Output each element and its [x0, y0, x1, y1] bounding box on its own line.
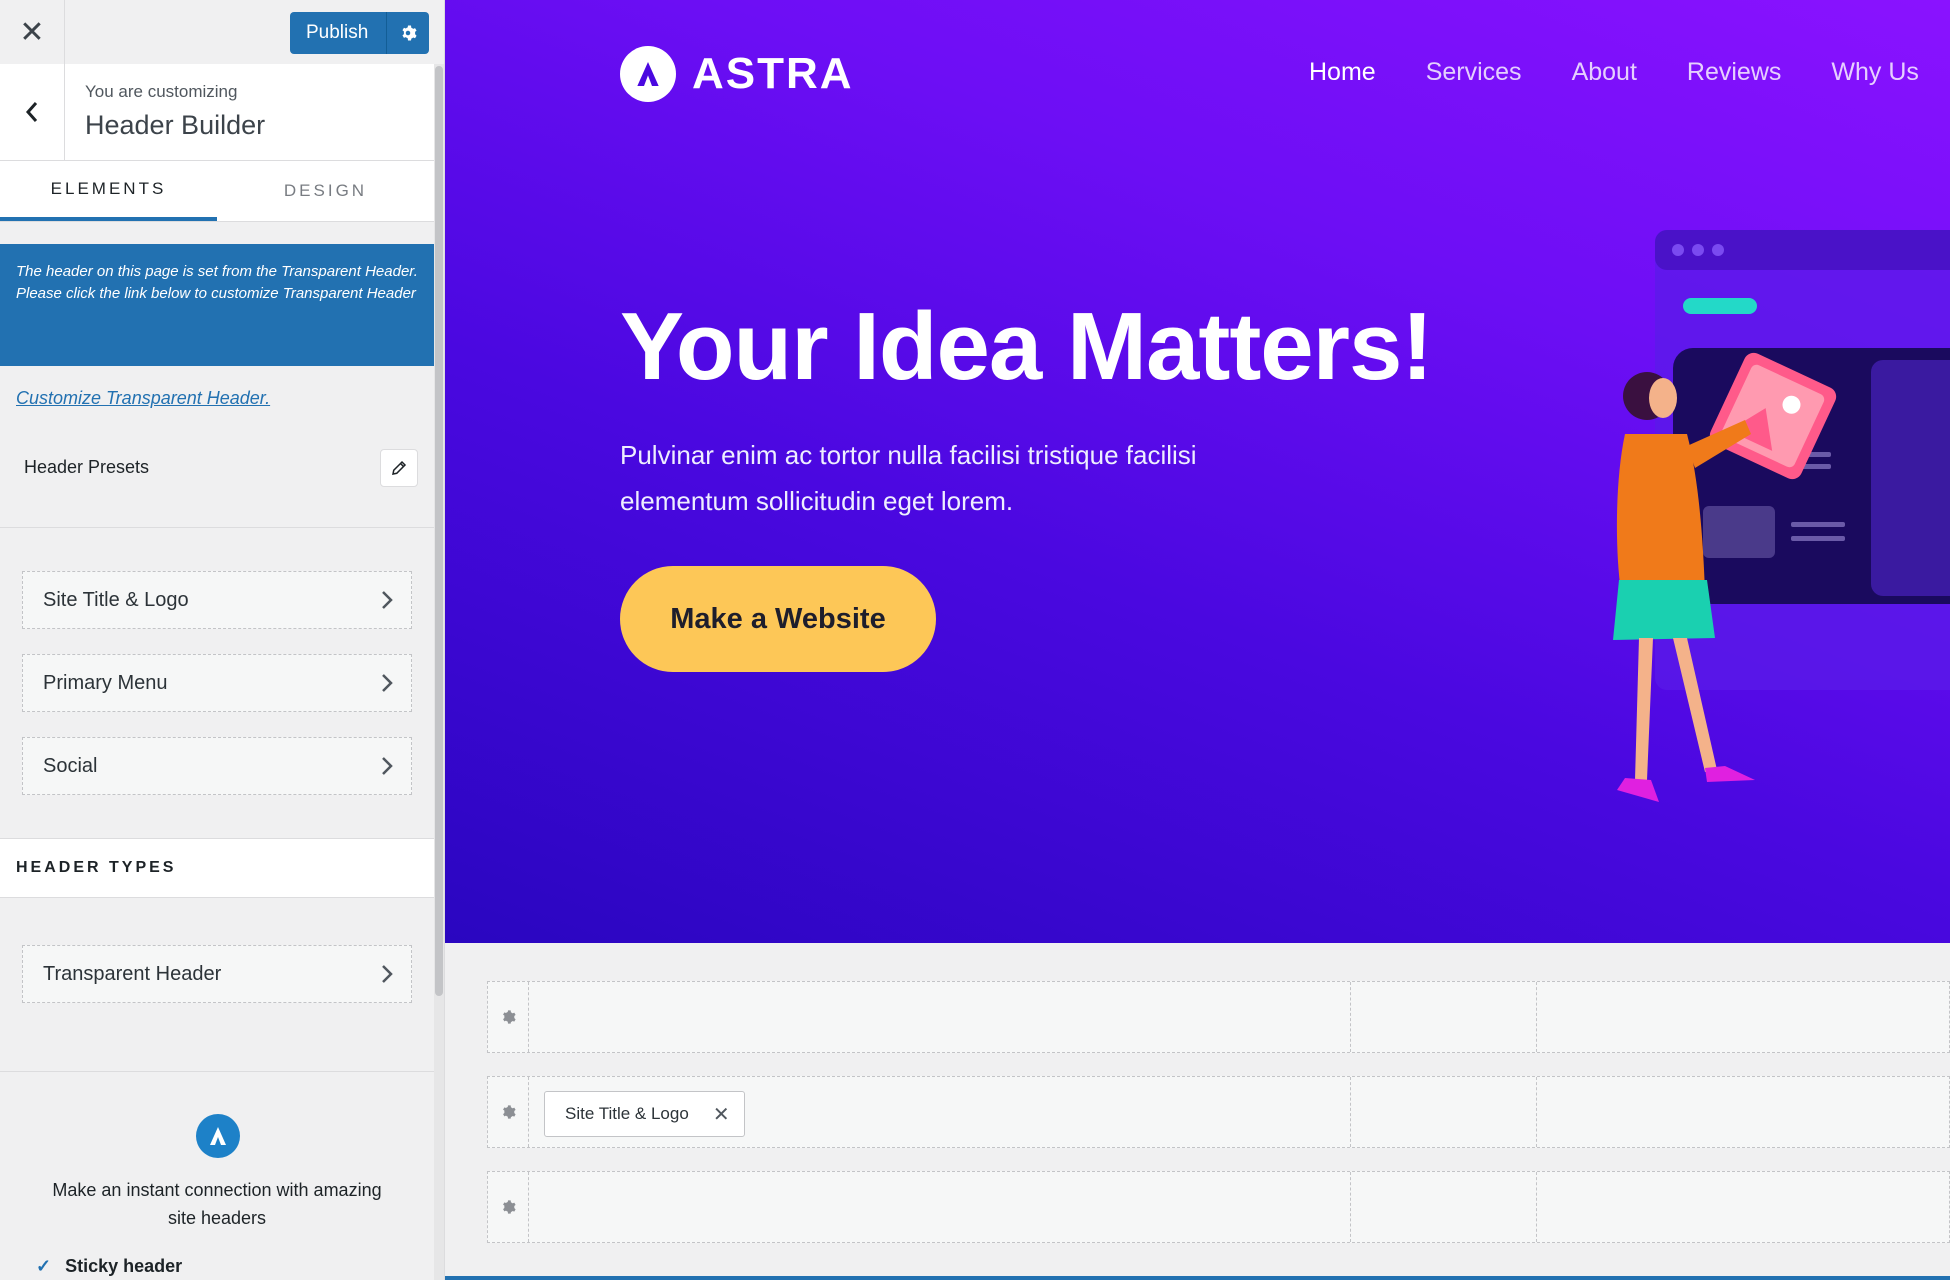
primary-menu: Home Services About Reviews Why Us — [1309, 58, 1919, 87]
check-icon: ✓ — [36, 1256, 52, 1276]
chevron-right-icon — [382, 965, 393, 983]
feature-sticky-header: ✓ Sticky header — [36, 1256, 182, 1277]
header-presets-label: Header Presets — [24, 457, 150, 477]
builder-row-below[interactable] — [487, 1171, 1950, 1243]
element-primary-menu[interactable]: Primary Menu — [22, 654, 412, 712]
chevron-right-icon — [382, 674, 393, 692]
chevron-right-icon — [382, 757, 393, 775]
promo-text: Make an instant connection with amazing … — [52, 1180, 382, 1228]
nav-item-services[interactable]: Services — [1426, 58, 1522, 87]
builder-item-label: Site Title & Logo — [565, 1104, 689, 1123]
header-presets-edit-button[interactable] — [380, 449, 418, 487]
publish-button[interactable]: Publish — [290, 12, 388, 54]
chevron-right-icon — [382, 591, 393, 609]
site-logo[interactable]: ASTRA — [620, 46, 854, 102]
close-customizer-button[interactable]: ✕ — [0, 0, 65, 64]
site-title: ASTRA — [692, 49, 854, 98]
publish-settings-button[interactable] — [387, 12, 430, 54]
element-site-title-logo[interactable]: Site Title & Logo — [22, 571, 412, 629]
column-divider — [1536, 1172, 1538, 1242]
element-social[interactable]: Social — [22, 737, 412, 795]
transparent-header-notice: The header on this page is set from the … — [0, 244, 434, 366]
panel-title: Header Builder — [85, 110, 266, 140]
make-website-button[interactable]: Make a Website — [620, 566, 936, 672]
row-settings-button[interactable] — [488, 1172, 529, 1242]
gear-icon — [402, 25, 417, 41]
header-type-transparent[interactable]: Transparent Header — [22, 945, 412, 1003]
publish-group: Publish — [290, 12, 430, 54]
hero-title: Your Idea Matters! — [620, 293, 1433, 400]
pencil-icon — [392, 460, 407, 475]
builder-bottom-border — [445, 1276, 1950, 1280]
customizer-sidebar: ✕ Publish You are customizing Header Bui… — [0, 0, 445, 1280]
divider — [0, 1071, 434, 1072]
header-types-section: HEADER TYPES — [0, 838, 434, 898]
builder-item-site-title-logo[interactable]: Site Title & Logo ✕ — [544, 1091, 745, 1137]
astra-logo-icon — [196, 1114, 240, 1158]
site-preview: ASTRA Home Services About Reviews Why Us… — [445, 0, 1950, 943]
nav-item-home[interactable]: Home — [1309, 58, 1376, 87]
column-divider — [1536, 1077, 1538, 1147]
panel-header: You are customizing Header Builder — [0, 64, 434, 161]
row-settings-button[interactable] — [488, 982, 529, 1052]
column-divider — [1350, 1077, 1352, 1147]
nav-item-why-us[interactable]: Why Us — [1831, 58, 1919, 87]
header-types-heading: HEADER TYPES — [16, 859, 177, 876]
divider — [0, 527, 434, 528]
element-label: Site Title & Logo — [43, 588, 189, 611]
header-type-label: Transparent Header — [43, 962, 222, 985]
hero-illustration — [1613, 230, 1950, 802]
row-settings-button[interactable] — [488, 1077, 529, 1147]
customize-transparent-header-link[interactable]: Customize Transparent Header. — [16, 388, 270, 409]
notice-line-2: Please click the link below to customize… — [16, 285, 416, 302]
element-label: Primary Menu — [43, 671, 168, 694]
tab-elements[interactable]: ELEMENTS — [0, 161, 217, 221]
gear-icon — [503, 1105, 516, 1119]
back-button[interactable] — [0, 64, 65, 160]
panel-tabs: ELEMENTS DESIGN — [0, 161, 434, 222]
gear-icon — [503, 1010, 516, 1024]
nav-item-reviews[interactable]: Reviews — [1687, 58, 1781, 87]
feature-label: Sticky header — [65, 1256, 183, 1276]
hero-subtitle: Pulvinar enim ac tortor nulla facilisi t… — [620, 440, 1197, 516]
column-divider — [1350, 1172, 1352, 1242]
builder-row-above[interactable] — [487, 981, 1950, 1053]
notice-line-1: The header on this page is set from the … — [16, 263, 418, 280]
remove-item-icon[interactable]: ✕ — [713, 1102, 730, 1127]
element-label: Social — [43, 754, 98, 777]
nav-item-about[interactable]: About — [1572, 58, 1637, 87]
header-builder-grid: Site Title & Logo ✕ — [445, 943, 1950, 1280]
gear-icon — [503, 1200, 516, 1214]
builder-row-primary[interactable]: Site Title & Logo ✕ — [487, 1076, 1950, 1148]
close-icon: ✕ — [19, 15, 45, 49]
chevron-left-icon — [25, 102, 38, 122]
customizing-label: You are customizing — [85, 82, 238, 101]
sidebar-scrollbar[interactable] — [435, 66, 443, 996]
tab-design[interactable]: DESIGN — [217, 161, 434, 221]
column-divider — [1536, 982, 1538, 1052]
customizer-topbar: ✕ Publish — [0, 0, 444, 65]
astra-logo-icon — [620, 46, 676, 102]
column-divider — [1350, 982, 1352, 1052]
